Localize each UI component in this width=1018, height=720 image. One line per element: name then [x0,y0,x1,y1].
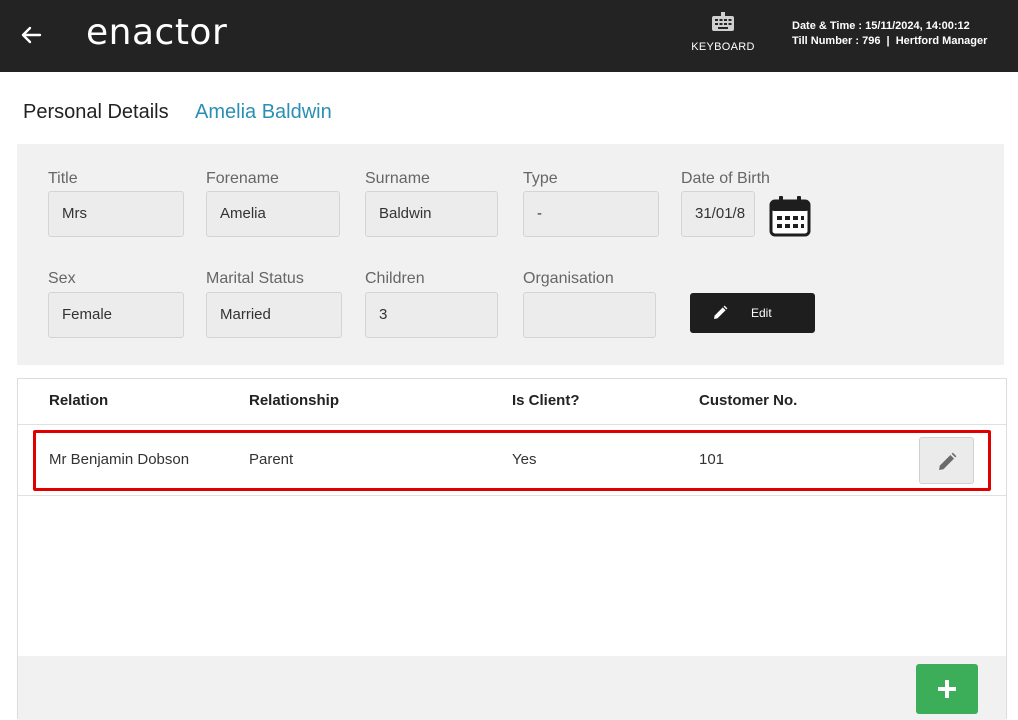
table-row[interactable]: Mr Benjamin Dobson Parent Yes 101 [18,425,1006,495]
enactor-logo: enactor [86,12,228,53]
relations-table: Relation Relationship Is Client? Custome… [17,378,1007,720]
type-field[interactable]: - [523,191,659,237]
marital-status-field[interactable]: Married [206,292,342,338]
surname-field[interactable]: Baldwin [365,191,498,237]
forename-label: Forename [206,170,279,187]
row-divider [18,495,1006,496]
keyboard-icon [712,12,734,31]
column-header-is-client: Is Client? [512,392,580,409]
keyboard-label: KEYBOARD [691,41,755,53]
row-edit-button[interactable] [919,437,974,484]
organisation-label: Organisation [523,270,614,287]
sex-field[interactable]: Female [48,292,184,338]
is-client-cell: Yes [512,451,537,468]
children-label: Children [365,270,425,287]
table-footer [18,656,1006,720]
keyboard-button[interactable]: KEYBOARD [686,12,760,62]
calendar-icon[interactable] [768,194,812,238]
relation-cell: Mr Benjamin Dobson [49,451,190,468]
edit-button-label: Edit [751,306,772,320]
edit-button[interactable]: Edit [690,293,815,333]
marital-status-label: Marital Status [206,270,304,287]
forename-field[interactable]: Amelia [206,191,340,237]
personal-details-panel: Title Mrs Forename Amelia Surname Baldwi… [17,144,1004,365]
dob-field[interactable]: 31/01/8 [681,191,755,237]
back-arrow-icon[interactable] [18,22,44,48]
till-info: Date & Time : 15/11/2024, 14:00:12 Till … [792,19,987,49]
add-relation-button[interactable] [916,664,978,714]
children-field[interactable]: 3 [365,292,498,338]
surname-label: Surname [365,170,430,187]
customer-no-cell: 101 [699,451,725,468]
page-title: Personal Details [23,101,169,123]
relationship-cell: Parent [249,451,294,468]
title-label: Title [48,170,78,187]
column-header-relation: Relation [49,392,109,409]
title-field[interactable]: Mrs [48,191,184,237]
dob-label: Date of Birth [681,170,770,187]
top-bar: enactor KEYBOARD Date & Time : 15/11/202… [0,0,1018,72]
customer-name: Amelia Baldwin [195,101,332,123]
type-label: Type [523,170,558,187]
column-header-relationship: Relationship [249,392,340,409]
sex-label: Sex [48,270,76,287]
organisation-field[interactable] [523,292,656,338]
till-number-text: Till Number : 796 | Hertford Manager [792,35,988,47]
column-header-customer-no: Customer No. [699,392,798,409]
plus-icon [938,680,956,698]
datetime-text: Date & Time : 15/11/2024, 14:00:12 [792,20,970,32]
pencil-icon [939,452,957,470]
pencil-icon [714,305,728,319]
